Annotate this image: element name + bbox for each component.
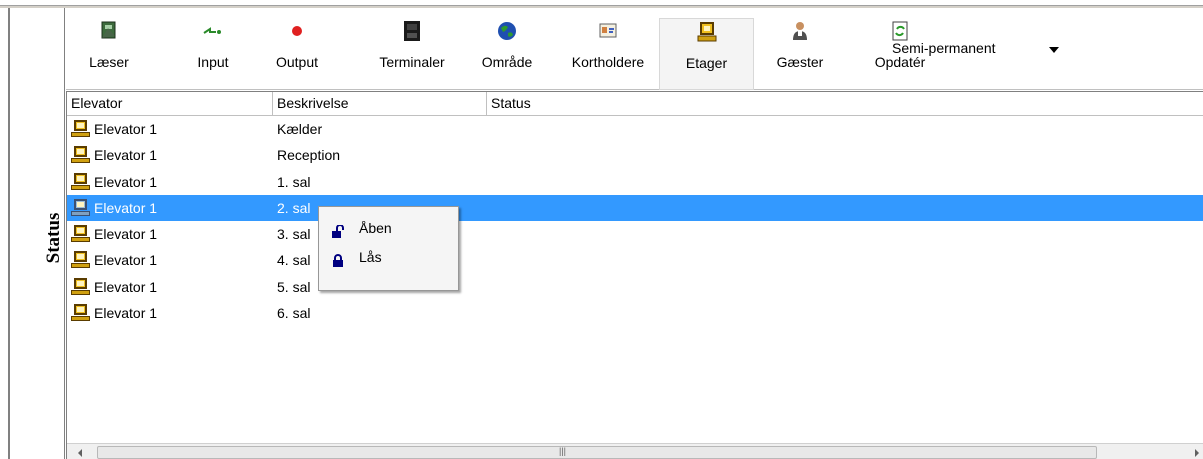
- toolbar-button-label: Område: [481, 54, 533, 70]
- elevator-name: Elevator 1: [94, 305, 158, 322]
- reader-icon: [98, 20, 120, 42]
- context-menu-label: Åben: [359, 220, 392, 236]
- list-rows: Elevator 1 Kælder Elevator 1 Reception E…: [67, 116, 1203, 326]
- cardholder-icon: [597, 20, 619, 42]
- output-icon: [286, 20, 308, 42]
- toolbar-button-terminals[interactable]: Terminaler: [372, 20, 452, 90]
- elevator-icon: [696, 21, 718, 43]
- list-header: Elevator Beskrivelse Status: [67, 92, 1203, 116]
- toolbar: Læser Input Output Terminaler Område Kor…: [66, 8, 1203, 90]
- input-icon: [202, 20, 224, 42]
- description-cell: 1. sal: [277, 173, 311, 190]
- terminal-icon: [401, 20, 423, 42]
- elevator-cell: Elevator 1: [71, 247, 157, 273]
- description-cell: 6. sal: [277, 305, 311, 322]
- toolbar-button-floors[interactable]: Etager: [659, 18, 754, 90]
- elevator-list[interactable]: Elevator Beskrivelse Status Elevator 1 K…: [66, 91, 1203, 459]
- description-cell: 2. sal: [277, 199, 311, 216]
- scroll-right-icon[interactable]: [1195, 449, 1199, 457]
- toolbar-button-area[interactable]: Område: [477, 20, 537, 90]
- elevator-icon: [71, 303, 90, 322]
- horizontal-scrollbar[interactable]: |||: [67, 443, 1203, 459]
- elevator-icon: [71, 277, 90, 296]
- toolbar-button-label: Kortholdere: [571, 54, 645, 70]
- elevator-icon: [71, 119, 90, 138]
- elevator-cell: Elevator 1: [71, 142, 157, 168]
- elevator-cell: Elevator 1: [71, 221, 157, 247]
- lock-icon: [331, 250, 343, 267]
- column-header-elevator[interactable]: Elevator: [67, 92, 273, 116]
- context-menu: Åben Lås: [318, 206, 459, 291]
- elevator-name: Elevator 1: [94, 226, 158, 243]
- description-cell: Reception: [277, 147, 341, 164]
- description-cell: Kælder: [277, 121, 323, 137]
- toolbar-button-guests[interactable]: Gæster: [772, 20, 828, 90]
- elevator-icon: [71, 224, 90, 243]
- globe-icon: [496, 20, 518, 42]
- description-cell: 5. sal: [277, 278, 311, 295]
- list-item[interactable]: Elevator 1 1. sal: [67, 169, 1203, 195]
- list-item[interactable]: Elevator 1 3. sal: [67, 221, 1203, 247]
- list-item-selected[interactable]: Elevator 1 2. sal: [67, 194, 1203, 222]
- context-menu-item-open[interactable]: Åben: [321, 215, 456, 241]
- list-item[interactable]: Elevator 1 6. sal: [67, 300, 1203, 326]
- toolbar-button-output[interactable]: Output: [272, 20, 322, 90]
- elevator-name: Elevator 1: [94, 173, 158, 190]
- toolbar-button-cardholders[interactable]: Kortholdere: [560, 20, 656, 90]
- toolbar-button-label: Læser: [89, 54, 129, 70]
- column-header-description[interactable]: Beskrivelse: [273, 92, 487, 116]
- elevator-icon: [71, 250, 90, 269]
- elevator-cell: Elevator 1: [71, 169, 157, 195]
- list-item[interactable]: Elevator 1 4. sal: [67, 247, 1203, 273]
- elevator-name: Elevator 1: [94, 199, 158, 216]
- context-menu-item-lock[interactable]: Lås: [321, 244, 456, 270]
- elevator-name: Elevator 1: [94, 121, 158, 137]
- context-menu-label: Lås: [359, 249, 382, 265]
- unlock-icon: [331, 221, 344, 238]
- toolbar-button-label: Input: [197, 54, 229, 70]
- mode-select[interactable]: Semi-permanent: [892, 38, 1067, 60]
- toolbar-button-label: Gæster: [776, 54, 824, 70]
- scrollbar-grip-icon: |||: [559, 446, 567, 456]
- guest-icon: [789, 20, 811, 42]
- elevator-cell: Elevator 1: [71, 300, 157, 326]
- elevator-icon: [71, 198, 90, 217]
- mode-select-value: Semi-permanent: [892, 40, 996, 56]
- toolbar-button-input[interactable]: Input: [192, 20, 234, 90]
- elevator-icon: [71, 145, 90, 164]
- chevron-down-icon[interactable]: [1049, 47, 1059, 53]
- description-cell: 3. sal: [277, 226, 311, 243]
- elevator-name: Elevator 1: [94, 252, 158, 269]
- column-header-status[interactable]: Status: [487, 92, 1203, 116]
- elevator-name: Elevator 1: [94, 278, 158, 295]
- scroll-left-icon[interactable]: [78, 449, 82, 457]
- toolbar-button-label: Output: [275, 54, 319, 70]
- list-item[interactable]: Elevator 1 Reception: [67, 142, 1203, 168]
- elevator-cell: Elevator 1: [71, 274, 157, 300]
- app-window: Status Læser Input Output Terminaler Omr…: [0, 0, 1203, 459]
- toolbar-button-label: Etager: [685, 55, 728, 71]
- elevator-cell: Elevator 1: [71, 195, 157, 221]
- elevator-cell: Elevator 1: [71, 116, 157, 142]
- toolbar-button-label: Terminaler: [379, 54, 445, 70]
- description-cell: 4. sal: [277, 252, 311, 269]
- list-item[interactable]: Elevator 1 Kælder: [67, 116, 1203, 142]
- side-panel-title: Status: [43, 212, 64, 264]
- elevator-name: Elevator 1: [94, 147, 158, 164]
- elevator-icon: [71, 172, 90, 191]
- status-side-panel[interactable]: Status: [10, 8, 65, 459]
- list-item[interactable]: Elevator 1 5. sal: [67, 274, 1203, 300]
- toolbar-button-reader[interactable]: Læser: [82, 20, 136, 90]
- scrollbar-thumb[interactable]: [97, 446, 1097, 459]
